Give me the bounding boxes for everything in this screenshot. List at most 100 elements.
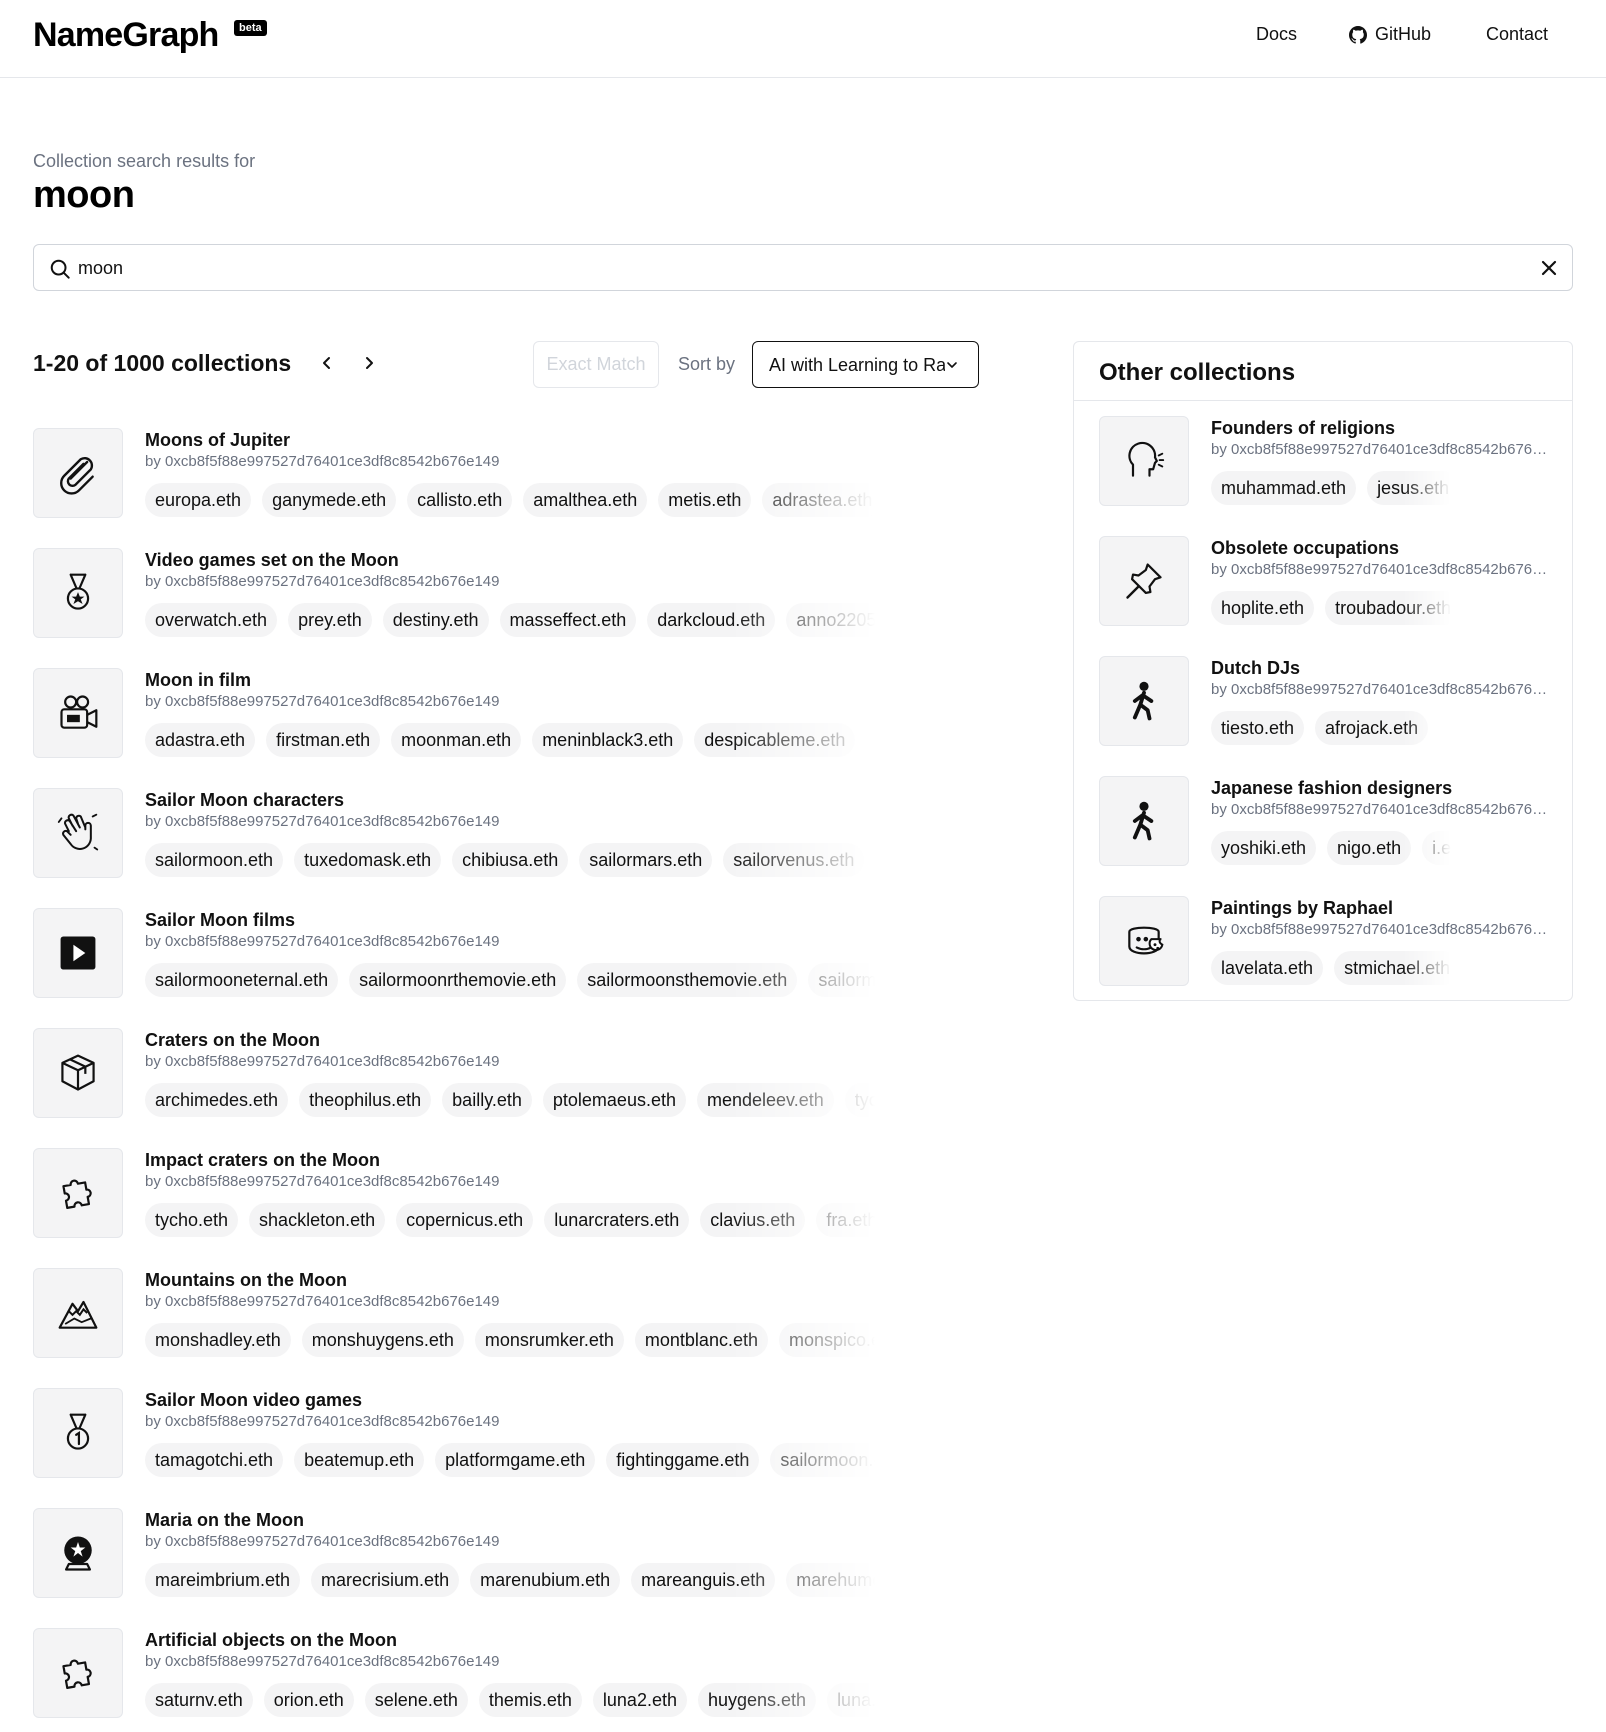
name-chip[interactable]: prey.eth [288,603,372,637]
name-chip[interactable]: montblanc.eth [634,1323,768,1357]
name-chip[interactable]: sailorvenus.eth [723,843,865,877]
name-chip[interactable]: metis.eth [658,483,752,517]
collection-title[interactable]: Mountains on the Moon [145,1270,347,1291]
collection-title[interactable]: Japanese fashion designers [1211,778,1452,799]
collection-title[interactable]: Dutch DJs [1211,658,1300,679]
collection-thumbnail[interactable] [1099,536,1189,626]
name-chip[interactable]: theophilus.eth [299,1083,432,1117]
collection-thumbnail[interactable] [33,908,123,998]
collection-row[interactable]: Video games set on the Moon by 0xcb8f5f88… [33,548,903,668]
collection-row[interactable]: Sailor Moon characters by 0xcb8f5f88e9975… [33,788,903,908]
name-chip[interactable]: stmichael.eth [1334,951,1451,985]
name-chip[interactable]: monsrumker.eth [474,1323,624,1357]
name-chip[interactable]: mareimbrium.eth [145,1563,301,1597]
collection-row[interactable]: Sailor Moon video games by 0xcb8f5f88e997… [33,1388,903,1508]
name-chip[interactable]: europa.eth [145,483,252,517]
name-chip[interactable]: callisto.eth [407,483,513,517]
name-chip[interactable]: fightinggame.eth [606,1443,760,1477]
collection-title[interactable]: Craters on the Moon [145,1030,320,1051]
collection-title[interactable]: Moon in film [145,670,251,691]
name-chip[interactable]: lavelata.eth [1211,951,1324,985]
collection-thumbnail[interactable] [33,428,123,518]
name-chip[interactable]: marenubium.eth [470,1563,621,1597]
collection-thumbnail[interactable] [33,668,123,758]
name-chip[interactable]: copernicus.eth [396,1203,534,1237]
name-chip[interactable]: luna.eth [827,1683,875,1717]
name-chip[interactable]: despicableme.eth [694,723,856,757]
collection-title[interactable]: Founders of religions [1211,418,1395,439]
name-chip[interactable]: tamagotchi.eth [145,1443,284,1477]
name-chip[interactable]: monspico.eth [778,1323,875,1357]
name-chip[interactable]: sailormoon.eth [808,963,875,997]
collection-row[interactable]: Artificial objects on the Moon by 0xcb8f5… [33,1628,903,1732]
collection-row[interactable]: Impact craters on the Moon by 0xcb8f5f88e… [33,1148,903,1268]
name-chip[interactable]: adrastea.eth [762,483,875,517]
nav-github-link[interactable]: GitHub [1349,24,1431,45]
name-chip[interactable]: shackleton.eth [249,1203,386,1237]
name-chip[interactable]: yoshiki.eth [1211,831,1317,865]
name-chip[interactable]: sailormars.eth [579,843,713,877]
collection-row[interactable]: Founders of religions by 0xcb8f5f88e99752… [1099,416,1549,536]
collection-row[interactable]: Maria on the Moon by 0xcb8f5f88e997527d76… [33,1508,903,1628]
name-chip[interactable]: bailly.eth [442,1083,532,1117]
name-chip[interactable]: huygens.eth [697,1683,817,1717]
collection-thumbnail[interactable] [33,548,123,638]
collection-thumbnail[interactable] [1099,896,1189,986]
name-chip[interactable]: saturnv.eth [145,1683,253,1717]
collection-thumbnail[interactable] [33,1268,123,1358]
name-chip[interactable]: sailormoonsthemovie.eth [577,963,798,997]
name-chip[interactable]: meninblack3.eth [532,723,684,757]
sort-select[interactable]: AI with Learning to Rank [752,341,979,388]
name-chip[interactable]: luna2.eth [592,1683,687,1717]
name-chip[interactable]: tuxedomask.eth [294,843,442,877]
name-chip[interactable]: themis.eth [478,1683,582,1717]
collection-title[interactable]: Video games set on the Moon [145,550,399,571]
collection-row[interactable]: Paintings by Raphael by 0xcb8f5f88e997527… [1099,896,1549,1016]
collection-title[interactable]: Sailor Moon characters [145,790,344,811]
collection-row[interactable]: Craters on the Moon by 0xcb8f5f88e997527d… [33,1028,903,1148]
name-chip[interactable]: monshuygens.eth [301,1323,464,1357]
collection-thumbnail[interactable] [1099,416,1189,506]
name-chip[interactable]: nigo.eth [1327,831,1412,865]
collection-title[interactable]: Artificial objects on the Moon [145,1630,397,1651]
collection-thumbnail[interactable] [33,1508,123,1598]
collection-thumbnail[interactable] [33,1148,123,1238]
name-chip[interactable]: sailormooneternal.eth [145,963,339,997]
collection-title[interactable]: Sailor Moon video games [145,1390,362,1411]
collection-title[interactable]: Sailor Moon films [145,910,295,931]
collection-row[interactable]: Obsolete occupations by 0xcb8f5f88e997527… [1099,536,1549,656]
exact-match-button[interactable]: Exact Match [533,341,659,388]
collection-title[interactable]: Maria on the Moon [145,1510,304,1531]
name-chip[interactable]: clavius.eth [700,1203,806,1237]
name-chip[interactable]: tiesto.eth [1211,711,1305,745]
collection-thumbnail[interactable] [1099,776,1189,866]
name-chip[interactable]: ganymede.eth [262,483,397,517]
name-chip[interactable]: chibiusa.eth [452,843,569,877]
name-chip[interactable]: troubadour.eth [1325,591,1451,625]
name-chip[interactable]: sailormoonrthemovie.eth [349,963,567,997]
name-chip[interactable]: fra.eth [816,1203,875,1237]
name-chip[interactable]: selene.eth [364,1683,468,1717]
name-chip[interactable]: ptolemaeus.eth [542,1083,686,1117]
collection-row[interactable]: Sailor Moon films by 0xcb8f5f88e997527d76… [33,908,903,1028]
name-chip[interactable]: tycho.eth [145,1203,239,1237]
collection-thumbnail[interactable] [33,1628,123,1718]
collection-title[interactable]: Paintings by Raphael [1211,898,1393,919]
chevron-right-icon[interactable] [360,354,378,372]
name-chip[interactable]: monshadley.eth [145,1323,291,1357]
collection-row[interactable]: Dutch DJs by 0xcb8f5f88e997527d76401ce3df… [1099,656,1549,776]
collection-row[interactable]: Mountains on the Moon by 0xcb8f5f88e99752… [33,1268,903,1388]
name-chip[interactable]: beatemup.eth [294,1443,425,1477]
name-chip[interactable]: archimedes.eth [145,1083,289,1117]
name-chip[interactable]: hoplite.eth [1211,591,1315,625]
collection-thumbnail[interactable] [1099,656,1189,746]
name-chip[interactable]: amalthea.eth [523,483,648,517]
name-chip[interactable]: tycho.eth [844,1083,875,1117]
name-chip[interactable]: adastra.eth [145,723,256,757]
name-chip[interactable]: anno2205.eth [786,603,875,637]
collection-thumbnail[interactable] [33,788,123,878]
chevron-left-icon[interactable] [318,354,336,372]
name-chip[interactable]: mendeleev.eth [696,1083,834,1117]
collection-thumbnail[interactable] [33,1028,123,1118]
name-chip[interactable]: mareanguis.eth [631,1563,776,1597]
